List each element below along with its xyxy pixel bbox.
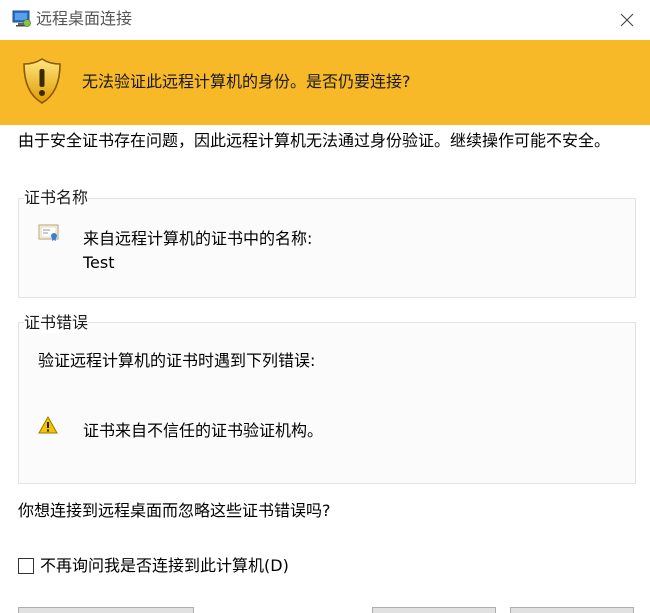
dont-ask-checkbox[interactable]	[18, 558, 34, 574]
title-bar: 远程桌面连接	[0, 0, 650, 40]
no-button[interactable]	[510, 607, 634, 613]
warning-banner: 无法验证此远程计算机的身份。是否仍要连接?	[0, 40, 650, 125]
cert-name-caption: 来自远程计算机的证书中的名称:	[83, 229, 313, 248]
cert-error-intro: 验证远程计算机的证书时遇到下列错误:	[38, 351, 316, 370]
view-certificate-button[interactable]	[18, 607, 194, 613]
banner-message: 无法验证此远程计算机的身份。是否仍要连接?	[82, 72, 411, 91]
warning-icon	[38, 416, 58, 434]
cert-error-item: 证书来自不信任的证书验证机构。	[83, 421, 324, 440]
remote-desktop-icon	[12, 10, 31, 27]
cert-error-group	[18, 322, 636, 484]
window-title: 远程桌面连接	[36, 9, 133, 28]
certificate-icon	[38, 224, 59, 241]
cert-error-group-label: 证书错误	[24, 313, 89, 333]
rdp-certificate-dialog: 远程桌面连接 无法验证此远程计算机的身份。是否仍要连接? 由于安全证书存在问题，…	[0, 0, 650, 613]
close-button[interactable]	[604, 0, 650, 40]
dont-ask-checkbox-row[interactable]: 不再询问我是否连接到此计算机(D)	[18, 556, 289, 576]
shield-warning-icon	[23, 58, 61, 104]
intro-text: 由于安全证书存在问题，因此远程计算机无法通过身份验证。继续操作可能不安全。	[18, 131, 611, 150]
yes-button[interactable]	[372, 607, 496, 613]
cert-name-value: Test	[83, 253, 115, 272]
question-text: 你想连接到远程桌面而忽略这些证书错误吗?	[18, 501, 331, 520]
close-icon	[620, 13, 634, 27]
dont-ask-checkbox-label[interactable]: 不再询问我是否连接到此计算机(D)	[40, 556, 289, 576]
cert-name-group-label: 证书名称	[24, 188, 89, 208]
